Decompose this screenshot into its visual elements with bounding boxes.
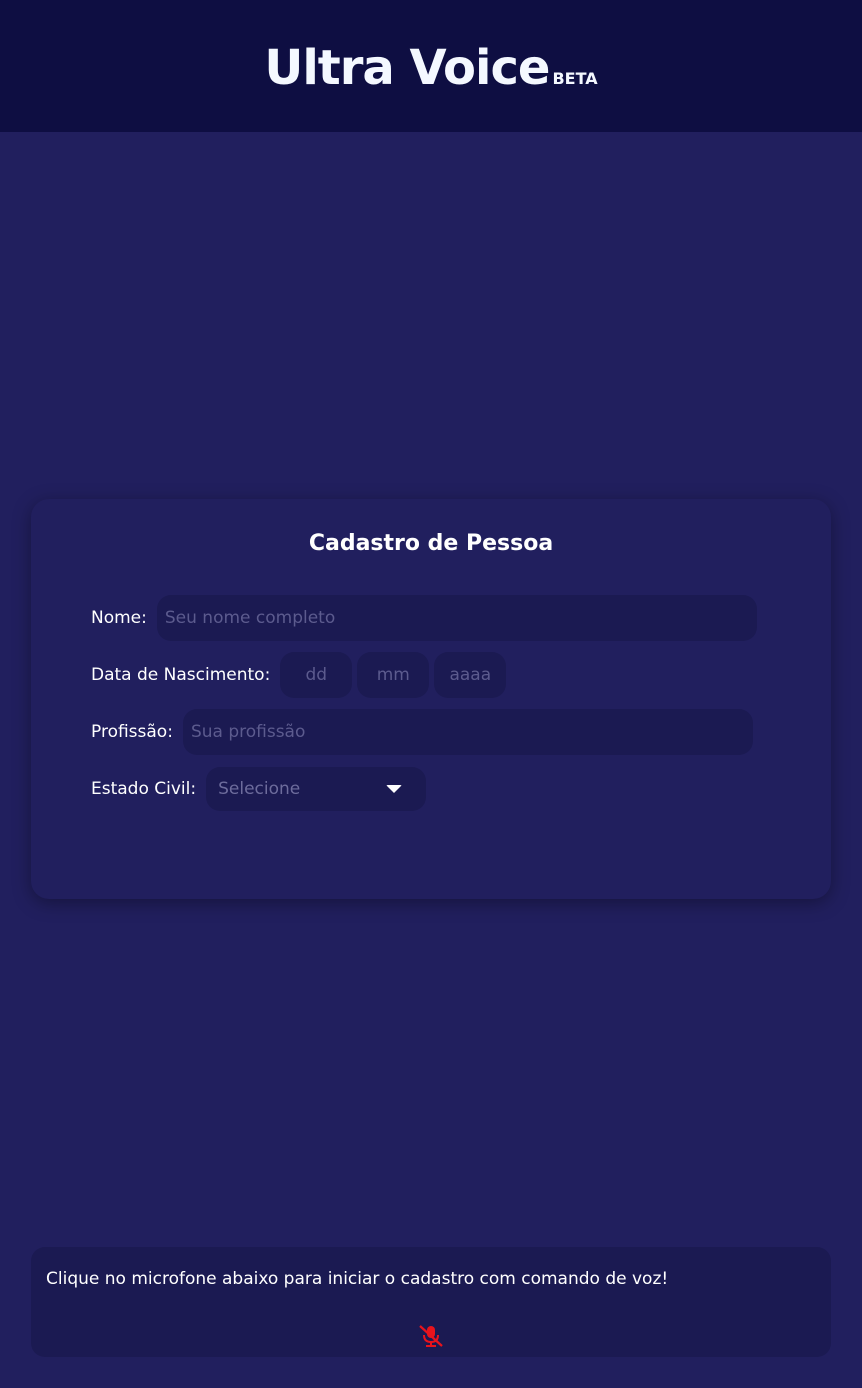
microphone-button[interactable] xyxy=(417,1323,445,1349)
microphone-off-icon xyxy=(419,1325,443,1347)
marital-status-label: Estado Civil: xyxy=(91,779,197,799)
marital-status-value: Selecione xyxy=(218,779,301,799)
beta-badge: BETA xyxy=(552,69,598,88)
birth-day-input[interactable] xyxy=(280,652,353,698)
name-row: Nome: xyxy=(91,595,757,641)
brand: Ultra Voice BETA xyxy=(264,40,597,96)
voice-panel: Clique no microfone abaixo para iniciar … xyxy=(31,1247,831,1357)
name-label: Nome: xyxy=(91,608,147,628)
name-input[interactable] xyxy=(156,595,757,641)
profession-input[interactable] xyxy=(182,709,753,755)
birthdate-row: Data de Nascimento: xyxy=(91,652,511,698)
marital-status-select[interactable]: Selecione xyxy=(206,767,427,811)
birthdate-label: Data de Nascimento: xyxy=(91,665,271,685)
marital-status-row: Estado Civil: Selecione xyxy=(91,766,427,812)
birth-month-input[interactable] xyxy=(357,652,430,698)
voice-instruction: Clique no microfone abaixo para iniciar … xyxy=(46,1269,669,1289)
app-title: Ultra Voice xyxy=(264,40,550,96)
form-title: Cadastro de Pessoa xyxy=(308,531,554,556)
profession-row: Profissão: xyxy=(91,709,753,755)
profession-label: Profissão: xyxy=(91,722,173,742)
app-header: Ultra Voice BETA xyxy=(0,0,862,132)
registration-card: Cadastro de Pessoa Nome: Data de Nascime… xyxy=(31,499,831,899)
caret-down-icon xyxy=(386,785,403,793)
birth-year-input[interactable] xyxy=(434,652,507,698)
